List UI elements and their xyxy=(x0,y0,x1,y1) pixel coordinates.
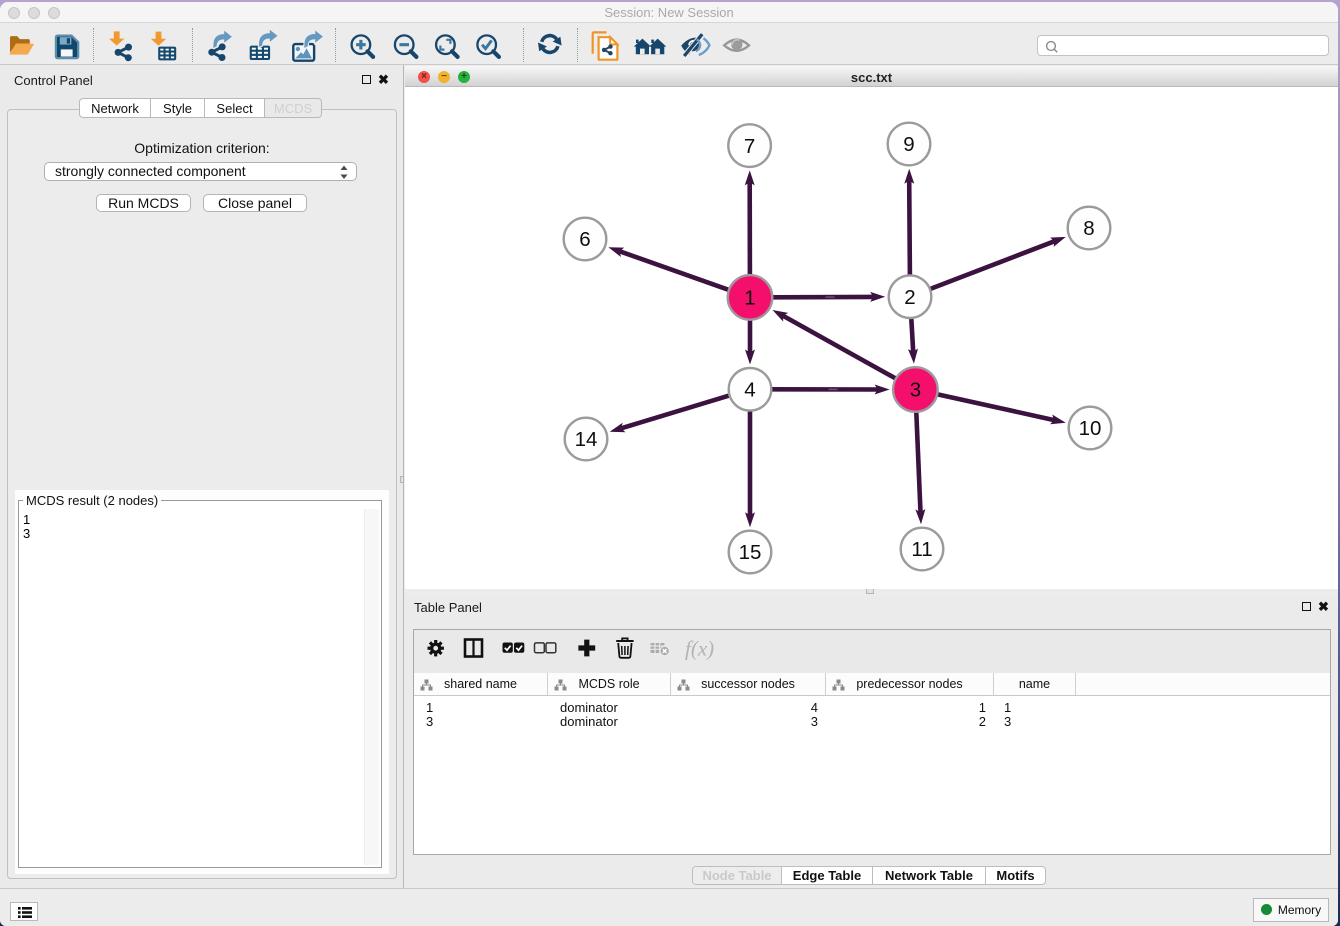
svg-text:8: 8 xyxy=(1083,217,1094,240)
svg-text:4: 4 xyxy=(744,379,755,402)
svg-text:2: 2 xyxy=(904,286,915,309)
svg-text:6: 6 xyxy=(579,228,590,251)
svg-text:15: 15 xyxy=(739,541,762,564)
svg-text:f(x): f(x) xyxy=(685,637,714,661)
svg-text:9: 9 xyxy=(903,133,914,156)
svg-text:7: 7 xyxy=(744,135,755,158)
svg-text:11: 11 xyxy=(911,538,932,561)
svg-text:14: 14 xyxy=(575,428,598,451)
svg-text:1: 1 xyxy=(744,287,755,310)
svg-text:10: 10 xyxy=(1079,417,1102,440)
svg-text:3: 3 xyxy=(910,379,921,402)
